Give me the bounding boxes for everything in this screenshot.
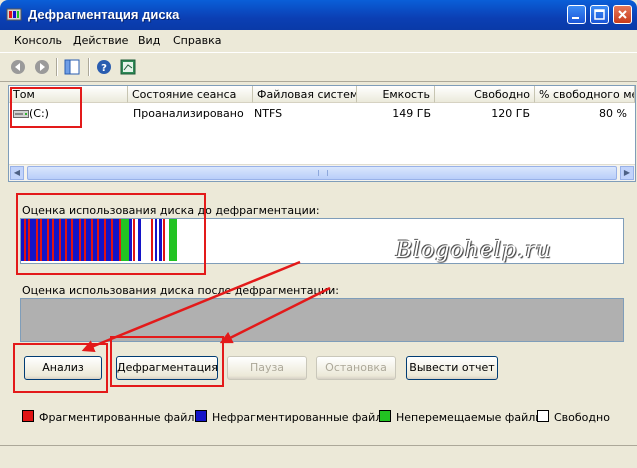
arrow-to-analyze (81, 260, 301, 353)
annotation-arrows (81, 260, 331, 353)
arrow-to-defragment (219, 286, 331, 344)
